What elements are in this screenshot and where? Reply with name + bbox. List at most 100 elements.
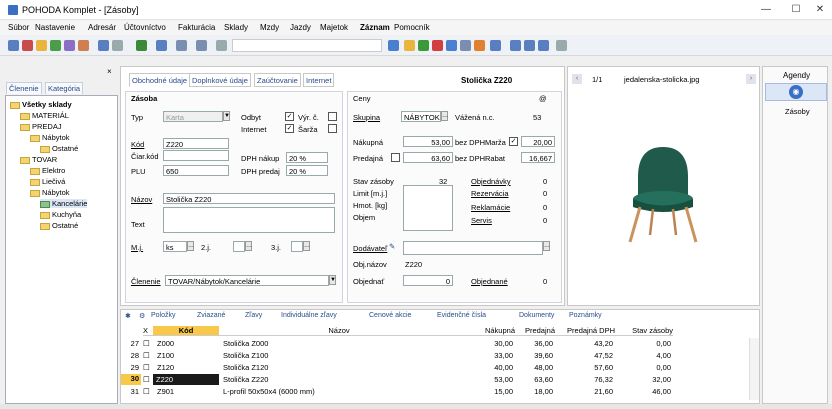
predajna-input[interactable]: 63,60 [403,152,453,163]
tab-clenenie[interactable]: Členenie [6,82,42,94]
toolbar-icon[interactable] [156,40,167,51]
tree-item[interactable]: Nábytok [30,188,70,197]
tab-obchodne-udaje[interactable]: Obchodné údaje [129,73,191,87]
scrollbar[interactable] [749,338,759,400]
plu-input[interactable]: 650 [163,165,229,176]
tree-item-selected[interactable]: Kancelárie [40,199,88,208]
col-header-kod[interactable]: Kód [153,326,219,336]
kod-input[interactable]: Z220 [163,138,229,149]
row-checkbox[interactable]: ☐ [143,387,150,396]
rezervacia-link[interactable]: Rezervácia [471,189,509,198]
toolbar-icon[interactable] [196,40,207,51]
objednavky-link[interactable]: Objednávky [471,177,511,186]
menu-majetok[interactable]: Majetok [320,23,348,32]
tab-kategoria[interactable]: Kategória [45,82,84,94]
dots-button[interactable]: … [245,241,252,251]
menu-subor[interactable]: Súbor [8,23,29,32]
close-button[interactable]: ✕ [806,2,832,18]
tree-item[interactable]: PREDAJ [20,122,62,131]
tree-item[interactable]: MATERIÁL [20,111,69,120]
skupina-select[interactable]: NÁBYTOK [401,111,441,122]
reklamacie-link[interactable]: Reklamácie [471,203,510,212]
pin-icon[interactable]: ✱ [125,312,131,320]
toolbar-icon[interactable] [136,40,147,51]
tab-zlavy[interactable]: Zľavy [245,312,262,319]
dph-predaj-select[interactable]: 20 % [286,165,328,176]
limits-input[interactable] [403,185,453,231]
help-icon[interactable] [556,40,567,51]
dph-nakup-select[interactable]: 20 % [286,152,328,163]
table-row-selected[interactable]: 30 ☐ Z220 Stolička Z220 53,00 63,60 76,3… [121,374,761,385]
objednat-input[interactable]: 0 [403,275,453,286]
tab-zauctovanie[interactable]: Zaúčtovanie [254,73,301,87]
table-row[interactable]: 27 ☐ Z000 Stolička Z000 30,00 36,00 43,2… [121,338,761,349]
marza-input[interactable]: 20,00 [521,136,555,147]
tree-item-root[interactable]: Všetky sklady [10,100,72,109]
row-checkbox[interactable]: ☐ [143,351,150,360]
row-checkbox[interactable]: ☐ [143,363,150,372]
tab-poznamky[interactable]: Poznámky [569,312,602,319]
chevron-down-icon[interactable]: ▼ [329,275,336,285]
typ-select[interactable]: Karta [163,111,223,122]
menu-zaznam[interactable]: Záznam [360,23,390,32]
toolbar-search-field[interactable] [232,39,382,52]
vyr-c-checkbox[interactable] [328,112,337,121]
internet-checkbox[interactable]: ✓ [285,124,294,133]
tab-zviazane[interactable]: Zviazané [197,312,225,319]
mj3-input[interactable] [291,241,303,252]
table-row[interactable]: 29 ☐ Z120 Stolička Z120 40,00 48,00 57,6… [121,362,761,373]
mj2-input[interactable] [233,241,245,252]
toolbar-icon[interactable] [460,40,471,51]
chevron-left-icon[interactable]: ‹ [572,74,582,84]
row-checkbox[interactable]: ☐ [143,339,150,348]
tree-item[interactable]: TOVAR [20,155,57,164]
tab-cenove-akcie[interactable]: Cenové akcie [369,312,411,319]
paperclip-icon[interactable]: ✎ [389,242,395,251]
dots-button[interactable]: … [187,241,194,251]
dots-button[interactable]: … [543,241,550,251]
toolbar-icon[interactable] [8,40,19,51]
col-header-nazov[interactable]: Názov [219,326,459,336]
odbyt-checkbox[interactable]: ✓ [285,112,294,121]
toolbar-icon[interactable] [432,40,443,51]
toolbar-icon[interactable] [510,40,521,51]
toolbar-icon[interactable] [176,40,187,51]
toolbar-icon[interactable] [446,40,457,51]
col-header-x[interactable]: X [143,326,153,336]
marza-checkbox[interactable]: ✓ [509,137,518,146]
chevron-right-icon[interactable]: › [746,74,756,84]
menu-fakturacia[interactable]: Fakturácia [178,23,215,32]
tree-item[interactable]: Ostatné [40,221,78,230]
toolbar-icon[interactable] [474,40,485,51]
col-header-nakupna[interactable]: Nákupná [459,326,515,336]
toolbar-icon[interactable] [78,40,89,51]
nakupna-input[interactable]: 53,00 [403,136,453,147]
dots-button[interactable]: … [303,241,310,251]
col-header-stav[interactable]: Stav zásoby [615,326,673,336]
panel-close-icon[interactable]: × [107,67,112,76]
rabat-input[interactable]: 16,667 [521,152,555,163]
table-row[interactable]: 31 ☐ Z901 L-profil 50x50x4 (6000 mm) 15,… [121,386,761,397]
menu-adresar[interactable]: Adresár [88,23,116,32]
menu-sklady[interactable]: Sklady [224,23,248,32]
toolbar-icon[interactable] [98,40,109,51]
menu-mzdy[interactable]: Mzdy [260,23,279,32]
tab-dokumenty[interactable]: Dokumenty [519,312,554,319]
objednane-link[interactable]: Objednané [471,277,508,286]
filter-icon[interactable]: ⚙ [139,312,145,320]
minimize-button[interactable]: — [752,2,780,18]
menu-uctovnictvo[interactable]: Účtovníctvo [124,23,166,32]
nazov-input[interactable]: Stolička Z220 [163,193,335,204]
toolbar-icon[interactable] [22,40,33,51]
table-row[interactable]: 28 ☐ Z100 Stolička Z100 33,00 39,60 47,5… [121,350,761,361]
toolbar-icon[interactable] [216,40,227,51]
toolbar-icon[interactable] [50,40,61,51]
tree-item[interactable]: Nábytok [30,133,70,142]
tab-internet[interactable]: Internet [303,73,335,87]
dots-button[interactable]: … [441,111,448,121]
servis-link[interactable]: Servis [471,216,492,225]
toolbar-icon[interactable] [524,40,535,51]
tab-evidencne-cisla[interactable]: Evidenčné čísla [437,312,486,319]
filter-icon[interactable] [388,40,399,51]
toolbar-icon[interactable] [538,40,549,51]
